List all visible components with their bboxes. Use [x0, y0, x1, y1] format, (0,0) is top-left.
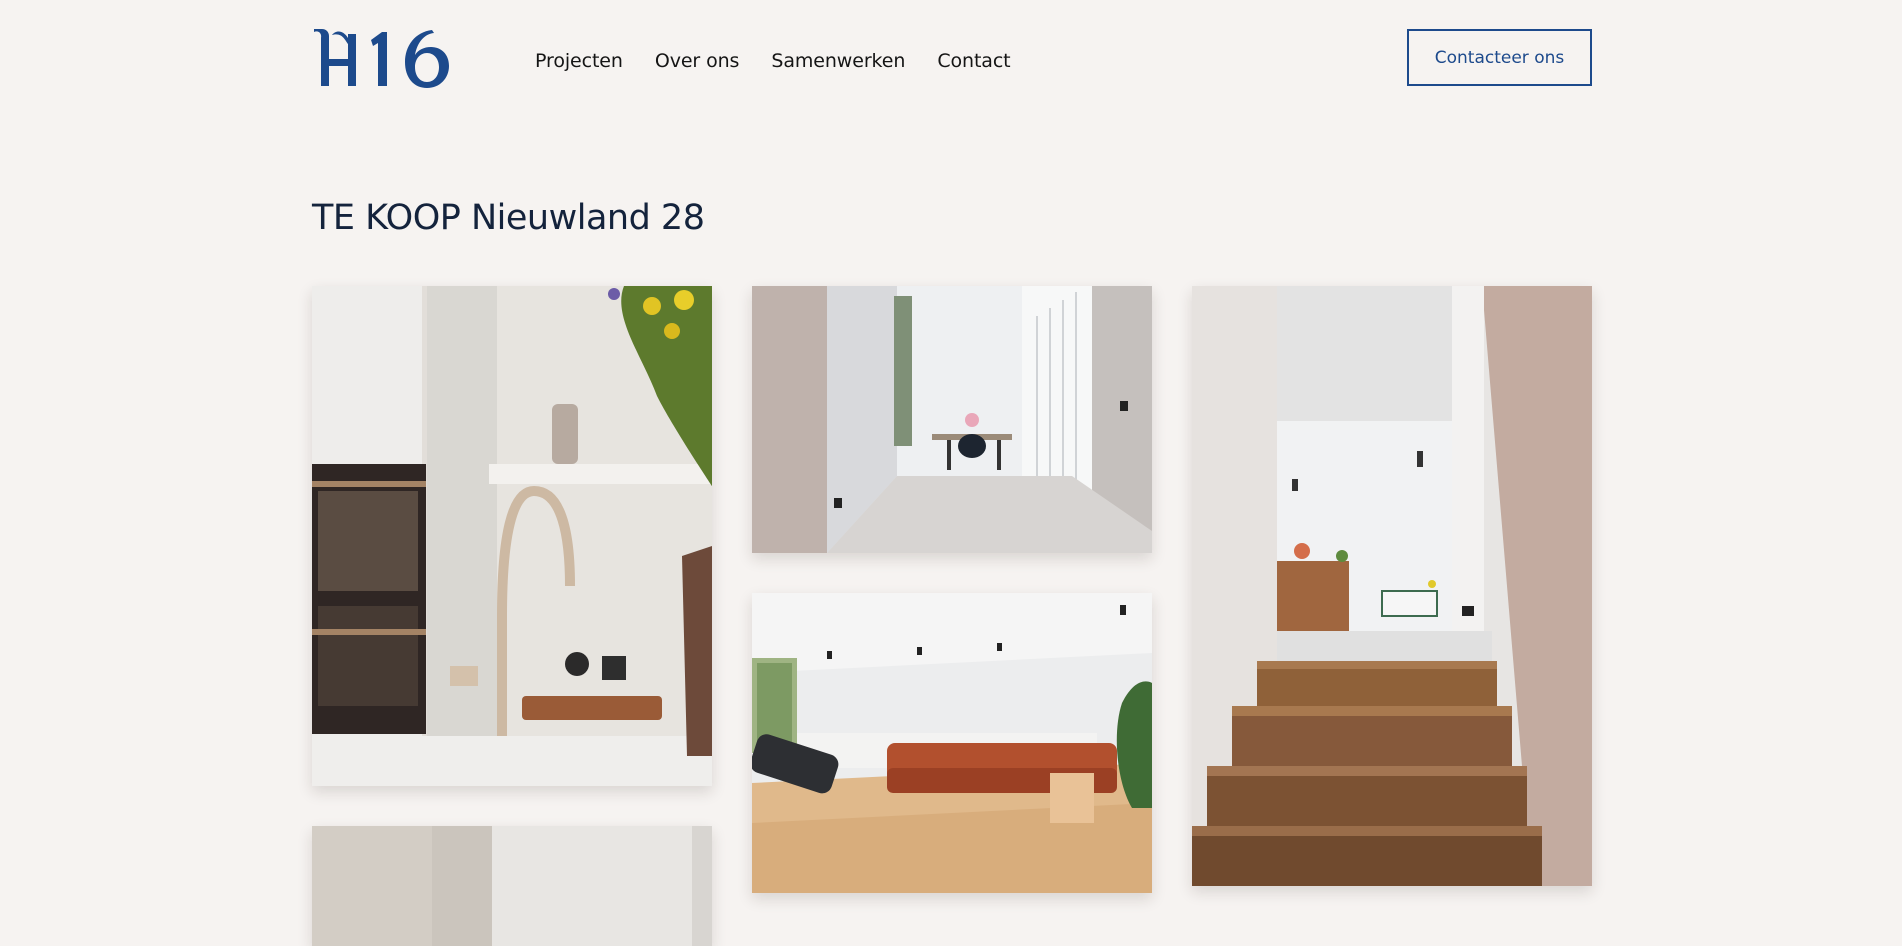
- living-room-image: [752, 593, 1152, 893]
- h16-logo[interactable]: [312, 26, 458, 90]
- gallery-photo-staircase[interactable]: [1192, 286, 1592, 886]
- nav-link-over-ons[interactable]: Over ons: [655, 50, 740, 72]
- gallery-photo-partial[interactable]: [312, 826, 712, 946]
- interior-detail-image: [312, 826, 712, 946]
- hallway-dining-image: [752, 286, 1152, 553]
- kitchen-faucet-image: [312, 286, 712, 786]
- main-nav: Projecten Over ons Samenwerken Contact: [535, 50, 1011, 72]
- page-title: TE KOOP Nieuwland 28: [312, 198, 705, 238]
- gallery-photo-hallway-dining[interactable]: [752, 286, 1152, 553]
- nav-link-projecten[interactable]: Projecten: [535, 50, 623, 72]
- nav-link-samenwerken[interactable]: Samenwerken: [771, 50, 905, 72]
- contact-cta-button[interactable]: Contacteer ons: [1407, 29, 1592, 86]
- nav-link-contact[interactable]: Contact: [937, 50, 1010, 72]
- gallery-photo-living-room[interactable]: [752, 593, 1152, 893]
- staircase-image: [1192, 286, 1592, 886]
- gallery-photo-kitchen-faucet[interactable]: [312, 286, 712, 786]
- site-header: Projecten Over ons Samenwerken Contact C…: [312, 0, 1592, 120]
